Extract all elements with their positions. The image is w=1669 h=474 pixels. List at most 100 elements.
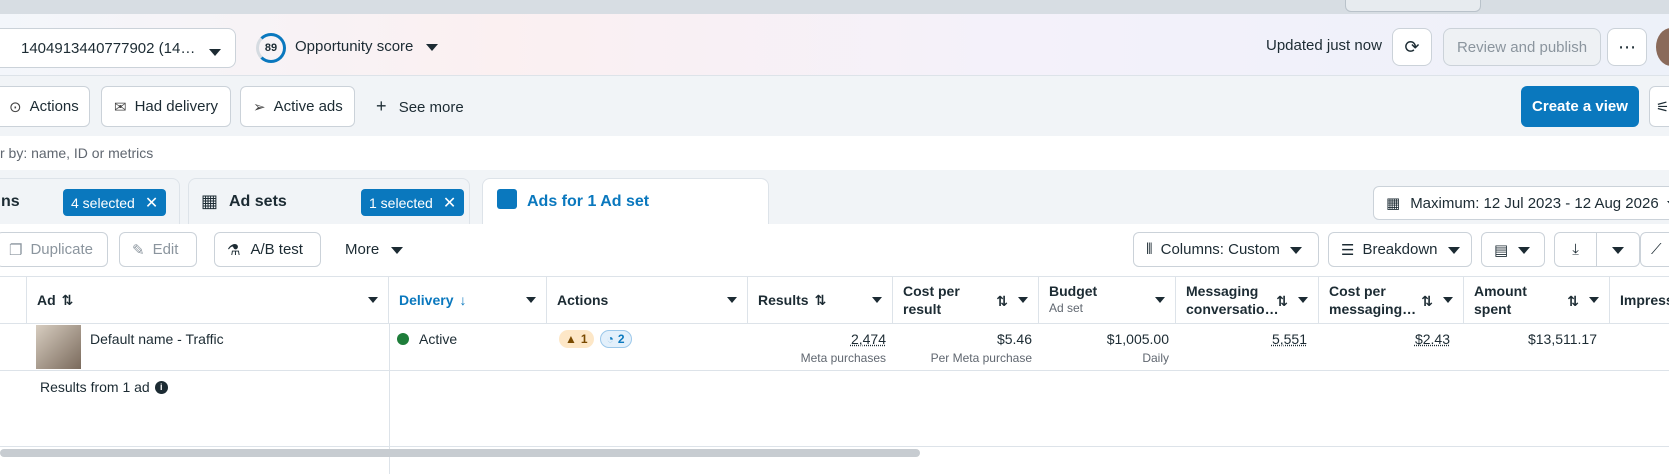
column-header-budget[interactable]: Budget Ad set [1039,276,1176,324]
columns-dropdown[interactable]: ⦀ Columns: Custom [1133,232,1319,267]
info-icon[interactable]: i [155,381,168,394]
warning-icon: ▲ [565,332,577,346]
messaging-value-text: 5,551 [1272,331,1307,347]
ab-test-button[interactable]: ⚗ A/B test [214,232,321,267]
column-header-messaging-line1: Messaging [1186,283,1258,299]
date-range-label: Maximum: 12 Jul 2023 - 12 Aug 2026 [1410,195,1658,212]
sliders-icon: ⚟ [1656,98,1669,116]
column-header-actions[interactable]: Actions [547,276,748,324]
refresh-button[interactable]: ⟳ [1392,28,1432,66]
ab-test-label: A/B test [250,241,303,258]
opportunity-count: 2 [618,332,625,346]
messaging-value[interactable]: 5,551 [1176,331,1307,347]
column-header-ad-label: Ad [37,292,56,308]
tab-campaigns[interactable]: ns 4 selected ✕ [0,178,180,224]
column-header-delivery[interactable]: Delivery ↓ [389,276,547,324]
table-bottom-divider [0,446,1669,447]
column-header-results-label: Results [758,292,809,308]
opportunity-score-ring[interactable]: 89 [256,33,286,63]
column-header-results[interactable]: Results ⇅ [748,276,893,324]
row-divider [0,370,1669,371]
column-header-amount-spent-line2: spent [1474,301,1511,317]
budget-sub: Daily [1039,351,1169,365]
chart-button[interactable]: ⟋ [1640,232,1669,267]
tab-ad-sets[interactable]: ▦ Ad sets 1 selected ✕ [188,178,470,224]
send-icon: ➢ [253,98,266,116]
account-name: 1404913440777902 (14… [21,40,195,57]
account-selector[interactable]: 1404913440777902 (14… [0,28,236,68]
search-input[interactable]: r by: name, ID or metrics [0,145,153,161]
warning-badge[interactable]: ▲ 1 [559,330,594,348]
chevron-down-icon [1448,241,1460,258]
column-header-amount-spent-line1: Amount [1474,283,1527,299]
sort-icon: ⇅ [1421,292,1433,310]
filter-had-delivery-label: Had delivery [135,98,218,115]
campaigns-selected-chip[interactable]: 4 selected ✕ [63,189,166,216]
delivery-status: Active [397,331,457,347]
more-options-button[interactable]: ⋯ [1607,28,1647,66]
export-dropdown[interactable]: ⤓ [1554,232,1640,267]
column-header-cost-per-result[interactable]: Cost per result ⇅ [893,276,1039,324]
search-bar[interactable]: r by: name, ID or metrics [0,136,1669,170]
create-view-button[interactable]: Create a view [1521,86,1639,127]
chevron-down-icon [209,43,221,60]
more-dropdown[interactable]: More [345,241,403,258]
refresh-icon: ⟳ [1404,37,1419,58]
duplicate-icon: ❐ [9,241,22,259]
review-publish-button[interactable]: Review and publish [1443,28,1601,66]
reports-dropdown[interactable]: ▤ [1481,232,1545,267]
opportunity-score-value: 89 [265,42,277,54]
edit-button[interactable]: ✎ Edit [119,232,197,267]
arrow-down-icon: ↓ [459,292,466,308]
duplicate-button[interactable]: ❐ Duplicate [0,232,108,267]
upload-circle-icon: ⊙ [9,98,22,116]
flask-icon: ⚗ [227,241,240,259]
chevron-down-icon [1589,297,1599,303]
column-header-cost-per-messaging[interactable]: Cost per messaging… ⇅ [1319,276,1464,324]
chevron-down-icon [526,297,536,303]
close-icon[interactable]: ✕ [443,193,456,213]
column-header-budget-label: Budget [1049,283,1097,299]
adsets-selected-label: 1 selected [369,195,433,211]
results-sub: Meta purchases [748,351,886,365]
opportunity-score-dropdown[interactable]: Opportunity score [295,38,438,55]
grid-icon: ▦ [201,191,218,212]
sort-icon: ⇅ [815,292,827,309]
filter-active-ads-label: Active ads [274,98,343,115]
gauge-icon: ◔ [607,332,614,346]
column-header-cost-per-messaging-line2: messaging… [1329,301,1416,317]
filter-settings-button[interactable]: ⚟ [1649,86,1669,127]
ad-name[interactable]: Default name - Traffic [90,331,224,347]
cost-per-messaging-value-text: $2.43 [1415,331,1450,347]
ads-table: Ad ⇅ Delivery ↓ Actions Results ⇅ Cost p… [0,276,1669,474]
delivery-status-label: Active [419,331,457,347]
column-header-amount-spent[interactable]: Amount spent ⇅ [1464,276,1610,324]
column-header-messaging-line2: conversatio… [1186,301,1279,317]
column-header-ad[interactable]: Ad ⇅ [27,276,389,324]
column-header-impressions[interactable]: Impress [1610,276,1669,324]
filter-actions[interactable]: ⊙ Actions [0,86,90,127]
top-strip-button[interactable] [1345,0,1481,12]
date-range-picker[interactable]: ▦ Maximum: 12 Jul 2023 - 12 Aug 2026 [1373,186,1669,220]
chevron-down-icon [1518,241,1530,258]
horizontal-scrollbar[interactable] [0,449,920,457]
results-value[interactable]: 2,474 [748,331,886,347]
cost-per-messaging-value[interactable]: $2.43 [1319,331,1450,347]
filter-had-delivery[interactable]: ✉ Had delivery [101,86,231,127]
duplicate-label: Duplicate [30,241,93,258]
chevron-down-icon [727,297,737,303]
download-icon: ⤓ [1555,232,1597,267]
column-header-messaging[interactable]: Messaging conversatio… ⇅ [1176,276,1319,324]
checkbox-header[interactable] [0,276,27,324]
chevron-down-icon [1443,297,1453,303]
filter-active-ads[interactable]: ➢ Active ads [240,86,355,127]
see-more-button[interactable]: + See more [376,96,464,117]
budget-value: $1,005.00 [1039,331,1169,347]
close-icon[interactable]: ✕ [145,193,158,213]
adsets-selected-chip[interactable]: 1 selected ✕ [361,189,464,216]
report-icon: ▤ [1494,241,1508,259]
tab-ads[interactable]: Ads for 1 Ad set [482,178,769,224]
breakdown-dropdown[interactable]: ☰ Breakdown [1328,232,1472,267]
ad-thumbnail[interactable] [36,325,81,369]
opportunity-badge[interactable]: ◔ 2 [600,330,632,348]
